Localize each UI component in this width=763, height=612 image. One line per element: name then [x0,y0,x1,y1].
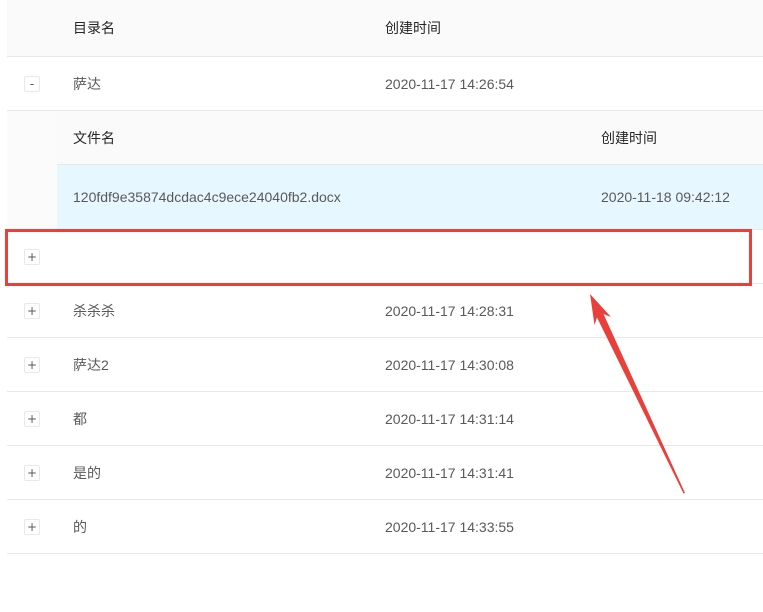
created-time: 2020-11-17 14:31:14 [385,410,514,427]
created-time: 2020-11-17 14:26:54 [385,75,514,92]
directory-row: + 是的 2020-11-17 14:31:41 [7,446,763,500]
expand-toggle-button[interactable]: + [24,410,40,427]
column-header-directory-name: 目录名 [73,20,115,36]
file-name: 120fdf9e35874dcdac4c9ece24040fb2.docx [73,189,341,205]
directory-row: + 杀杀杀 2020-11-17 14:28:31 [7,284,763,338]
column-header-file-created-time: 创建时间 [601,129,657,146]
expand-toggle-button[interactable]: + [24,302,40,319]
directory-name: 都 [73,410,87,427]
highlight-box [5,229,752,286]
table-header: 目录名 创建时间 [7,0,763,57]
expand-toggle-button[interactable]: + [24,356,40,373]
directory-row: + 都 2020-11-17 14:31:14 [7,392,763,446]
expanded-row-indent [7,111,57,229]
directory-name: 杀杀杀 [73,302,115,319]
collapse-toggle-button[interactable]: - [24,75,40,92]
created-time: 2020-11-17 14:30:08 [385,356,514,373]
column-header-created-time: 创建时间 [385,20,441,36]
directory-name: 的 [73,518,87,535]
created-time: 2020-11-17 14:28:31 [385,302,514,319]
created-time: 2020-11-17 14:33:55 [385,518,514,535]
directory-row: + 的 2020-11-17 14:33:55 [7,500,763,554]
directory-name: 萨达2 [73,356,109,373]
directory-row: - 萨达 2020-11-17 14:26:54 [7,57,763,111]
expand-toggle-button[interactable]: + [24,464,40,481]
file-row[interactable]: 120fdf9e35874dcdac4c9ece24040fb2.docx 20… [57,165,763,229]
file-created-time: 2020-11-18 09:42:12 [601,189,730,205]
expand-toggle-button[interactable]: + [24,518,40,535]
directory-name: 萨达 [73,75,101,92]
column-header-file-name: 文件名 [73,129,115,146]
file-table: 文件名 创建时间 120fdf9e35874dcdac4c9ece24040fb… [57,111,763,229]
expanded-row: 文件名 创建时间 120fdf9e35874dcdac4c9ece24040fb… [7,111,763,230]
directory-row: + 萨达2 2020-11-17 14:30:08 [7,338,763,392]
directory-name: 是的 [73,464,101,481]
created-time: 2020-11-17 14:31:41 [385,464,514,481]
file-table-header: 文件名 创建时间 [57,111,763,165]
